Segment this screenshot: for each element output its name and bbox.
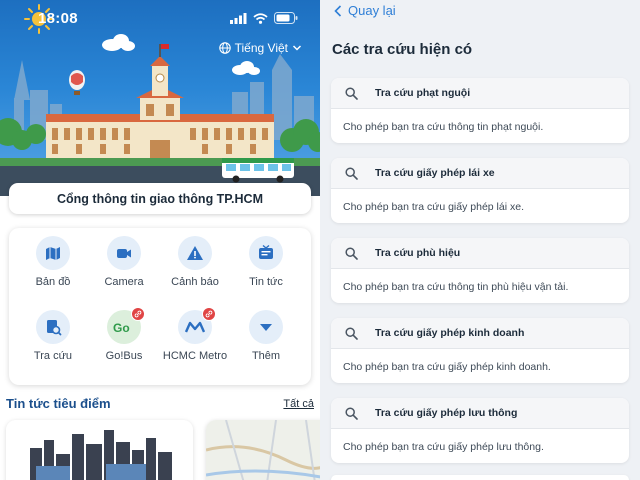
lookup-description: Cho phép bạn tra cứu giấy phép lưu thông… (343, 441, 544, 453)
lookup-item-business-license[interactable]: Tra cứu giấy phép kinh doanh Cho phép bạ… (331, 318, 629, 383)
news-card[interactable] (6, 420, 193, 480)
signal-icon (230, 12, 247, 24)
menu-item-more[interactable]: Thêm (231, 310, 301, 362)
lookup-item-partial[interactable] (331, 475, 629, 480)
back-label: Quay lại (348, 3, 396, 18)
menu-item-news[interactable]: Tin tức (231, 236, 301, 288)
feature-menu: Bản đồ Camera Cảnh báo Tin tức Tra cứu G… (9, 228, 311, 385)
chevron-down-icon (260, 324, 272, 331)
hero-banner: 18:08 Tiếng Việt (0, 0, 320, 196)
language-selector[interactable]: Tiếng Việt (218, 41, 302, 55)
camera-icon (117, 249, 131, 258)
menu-item-lookup[interactable]: Tra cứu (18, 310, 88, 362)
lookup-item-fines[interactable]: Tra cứu phạt nguội Cho phép bạn tra cứu … (331, 78, 629, 143)
link-icon (131, 307, 145, 321)
menu-label: Cảnh báo (171, 276, 219, 288)
lookup-item-badge[interactable]: Tra cứu phù hiệu Cho phép bạn tra cứu th… (331, 238, 629, 303)
menu-item-metro[interactable]: HCMC Metro (160, 307, 230, 362)
lookup-icon (47, 320, 62, 336)
chevron-left-icon (334, 4, 342, 17)
lookup-description: Cho phép bạn tra cứu thông tin phù hiệu … (343, 281, 569, 293)
wifi-icon (253, 12, 268, 24)
language-label: Tiếng Việt (234, 41, 288, 55)
menu-label: Go!Bus (105, 350, 143, 362)
menu-item-gobus[interactable]: Go Go!Bus (89, 307, 159, 362)
lookup-name: Tra cứu phạt nguội (375, 87, 471, 99)
menu-label: Thêm (251, 350, 281, 362)
map-thumbnail (206, 420, 320, 480)
lookup-item-driver-license[interactable]: Tra cứu giấy phép lái xe Cho phép bạn tr… (331, 158, 629, 223)
see-all-link[interactable]: Tất cả (283, 398, 314, 410)
gobus-icon: Go (113, 321, 130, 334)
page-title: Các tra cứu hiện có (332, 41, 473, 58)
menu-item-map[interactable]: Bản đồ (18, 236, 88, 288)
menu-item-warning[interactable]: Cảnh báo (160, 236, 230, 288)
news-thumbnail (6, 420, 193, 480)
metro-icon (185, 321, 205, 333)
search-icon (345, 326, 358, 340)
menu-label: Bản đồ (35, 276, 71, 288)
lookup-screen: Quay lại Các tra cứu hiện có Tra cứu phạ… (320, 0, 640, 480)
news-section-header: Tin tức tiêu điểm Tất cả (6, 395, 314, 415)
warning-icon (187, 246, 203, 260)
battery-icon (274, 12, 298, 24)
portal-title: Cổng thông tin giao thông TP.HCM (57, 191, 263, 206)
lookup-name: Tra cứu phù hiệu (375, 247, 461, 259)
search-icon (345, 246, 358, 260)
lookup-name: Tra cứu giấy phép lưu thông (375, 407, 518, 419)
menu-label: Camera (104, 276, 144, 288)
menu-label: Tra cứu (33, 350, 73, 362)
lookup-name: Tra cứu giấy phép kinh doanh (375, 327, 525, 339)
menu-label: Tin tức (249, 276, 283, 288)
news-icon (259, 244, 273, 259)
globe-icon (218, 42, 231, 54)
link-icon (202, 307, 216, 321)
home-screen: 18:08 Tiếng Việt Cổng thông tin giao thô… (0, 0, 320, 480)
lookup-item-circulation-permit[interactable]: Tra cứu giấy phép lưu thông Cho phép bạn… (331, 398, 629, 463)
menu-item-camera[interactable]: Camera (89, 236, 159, 288)
status-bar: 18:08 (0, 0, 320, 36)
news-section-title: Tin tức tiêu điểm (6, 396, 111, 411)
svg-text:Go: Go (113, 321, 130, 334)
search-icon (345, 166, 358, 180)
lookup-description: Cho phép bạn tra cứu thông tin phạt nguộ… (343, 121, 544, 133)
search-icon (345, 406, 358, 420)
news-card[interactable] (206, 420, 320, 480)
menu-label: HCMC Metro (162, 350, 228, 362)
search-icon (345, 86, 358, 100)
map-icon (46, 247, 60, 260)
lookup-description: Cho phép bạn tra cứu giấy phép lái xe. (343, 201, 524, 213)
back-button[interactable]: Quay lại (334, 3, 396, 18)
lookup-name: Tra cứu giấy phép lái xe (375, 167, 495, 179)
status-time: 18:08 (38, 10, 78, 27)
portal-title-card: Cổng thông tin giao thông TP.HCM (9, 183, 311, 214)
lookup-description: Cho phép bạn tra cứu giấy phép kinh doan… (343, 361, 551, 373)
chevron-down-icon (292, 45, 302, 51)
